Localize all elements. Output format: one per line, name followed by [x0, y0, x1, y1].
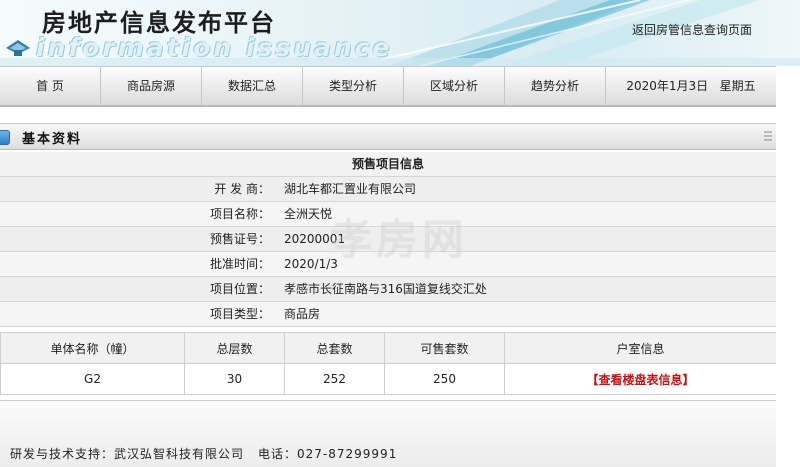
info-value: 商品房	[284, 307, 321, 321]
cell-available-units: 250	[384, 363, 505, 395]
info-row-developer: 开 发 商： 湖北车都汇置业有限公司	[0, 177, 776, 202]
site-subtitle: information issuance	[36, 33, 393, 62]
section-bullet-icon	[0, 130, 10, 145]
footer-text: 研发与技术支持：武汉弘智科技有限公司 电话：027-87299991	[10, 445, 397, 462]
building-units-table: 单体名称（幢） 总层数 总套数 可售套数 户室信息 G2 30 252 250 …	[0, 332, 777, 395]
link-bracket-open: 【	[586, 372, 599, 387]
info-label: 项目类型：	[209, 307, 270, 321]
col-header-total-units: 总套数	[284, 332, 385, 364]
main-nav: 首 页 商品房源 数据汇总 类型分析 区域分析 趋势分析 2020年1月3日 星…	[0, 66, 776, 107]
presale-info-rows: 开 发 商： 湖北车都汇置业有限公司 项目名称： 全洲天悦 预售证号： 2020…	[0, 177, 776, 327]
col-header-available-units: 可售套数	[384, 332, 505, 364]
nav-item-listings[interactable]: 商品房源	[101, 67, 202, 105]
date-text: 2020年1月3日	[626, 79, 709, 93]
cell-unit-info: 【查看楼盘表信息】	[504, 363, 777, 395]
info-label: 项目位置：	[209, 282, 270, 296]
info-value: 20200001	[284, 232, 346, 246]
info-label: 开 发 商：	[214, 182, 270, 196]
weekday-text: 星期五	[719, 79, 756, 93]
info-label: 批准时间：	[209, 257, 270, 271]
info-value: 全洲天悦	[284, 207, 333, 221]
section-title: 基本资料	[22, 132, 83, 147]
return-query-link[interactable]: 返回房管信息查询页面	[632, 21, 752, 38]
presale-info-panel: 预售项目信息 开 发 商： 湖北车都汇置业有限公司 项目名称： 全洲天悦 预售证…	[0, 152, 776, 327]
info-value: 2020/1/3	[284, 257, 338, 271]
footer-phone: 电话：027-87299991	[258, 447, 398, 461]
nav-item-trend-analysis[interactable]: 趋势分析	[505, 67, 606, 105]
scroll-indicator-icon	[764, 131, 772, 141]
current-date: 2020年1月3日 星期五	[606, 67, 776, 105]
info-label: 项目名称：	[209, 207, 270, 221]
page-footer: 研发与技术支持：武汉弘智科技有限公司 电话：027-87299991	[0, 400, 776, 467]
cell-building-name: G2	[0, 363, 185, 395]
view-floor-plan-link[interactable]: 【查看楼盘表信息】	[586, 373, 694, 387]
platform-logo-icon	[6, 40, 30, 56]
right-margin	[776, 66, 800, 466]
table-header-row: 单体名称（幢） 总层数 总套数 可售套数 户室信息	[0, 332, 777, 364]
info-row-location: 项目位置： 孝感市长征南路与316国道复线交汇处	[0, 277, 776, 302]
info-label: 预售证号：	[209, 232, 270, 246]
cell-total-units: 252	[284, 363, 385, 395]
footer-support: 研发与技术支持：武汉弘智科技有限公司	[10, 447, 245, 461]
presale-info-heading: 预售项目信息	[0, 152, 776, 177]
link-text: 查看楼盘表信息	[598, 372, 683, 387]
col-header-unit-info: 户室信息	[504, 332, 777, 364]
info-row-approval-date: 批准时间： 2020/1/3	[0, 252, 776, 277]
section-header: 基本资料	[0, 123, 776, 150]
nav-item-type-analysis[interactable]: 类型分析	[303, 67, 404, 105]
nav-item-home[interactable]: 首 页	[0, 67, 101, 105]
cell-floors: 30	[184, 363, 285, 395]
col-header-building-name: 单体名称（幢）	[0, 332, 185, 364]
info-row-project-name: 项目名称： 全洲天悦	[0, 202, 776, 227]
nav-item-data-summary[interactable]: 数据汇总	[202, 67, 303, 105]
nav-item-region-analysis[interactable]: 区域分析	[404, 67, 505, 105]
table-row: G2 30 252 250 【查看楼盘表信息】	[0, 363, 777, 395]
info-row-permit-number: 预售证号： 20200001	[0, 227, 776, 252]
info-value: 孝感市长征南路与316国道复线交汇处	[284, 282, 487, 296]
site-banner: 房地产信息发布平台 information issuance 返回房管信息查询页…	[0, 0, 800, 66]
info-row-project-type: 项目类型： 商品房	[0, 302, 776, 327]
col-header-floors: 总层数	[184, 332, 285, 364]
info-value: 湖北车都汇置业有限公司	[284, 182, 417, 196]
link-bracket-close: 】	[682, 372, 695, 387]
